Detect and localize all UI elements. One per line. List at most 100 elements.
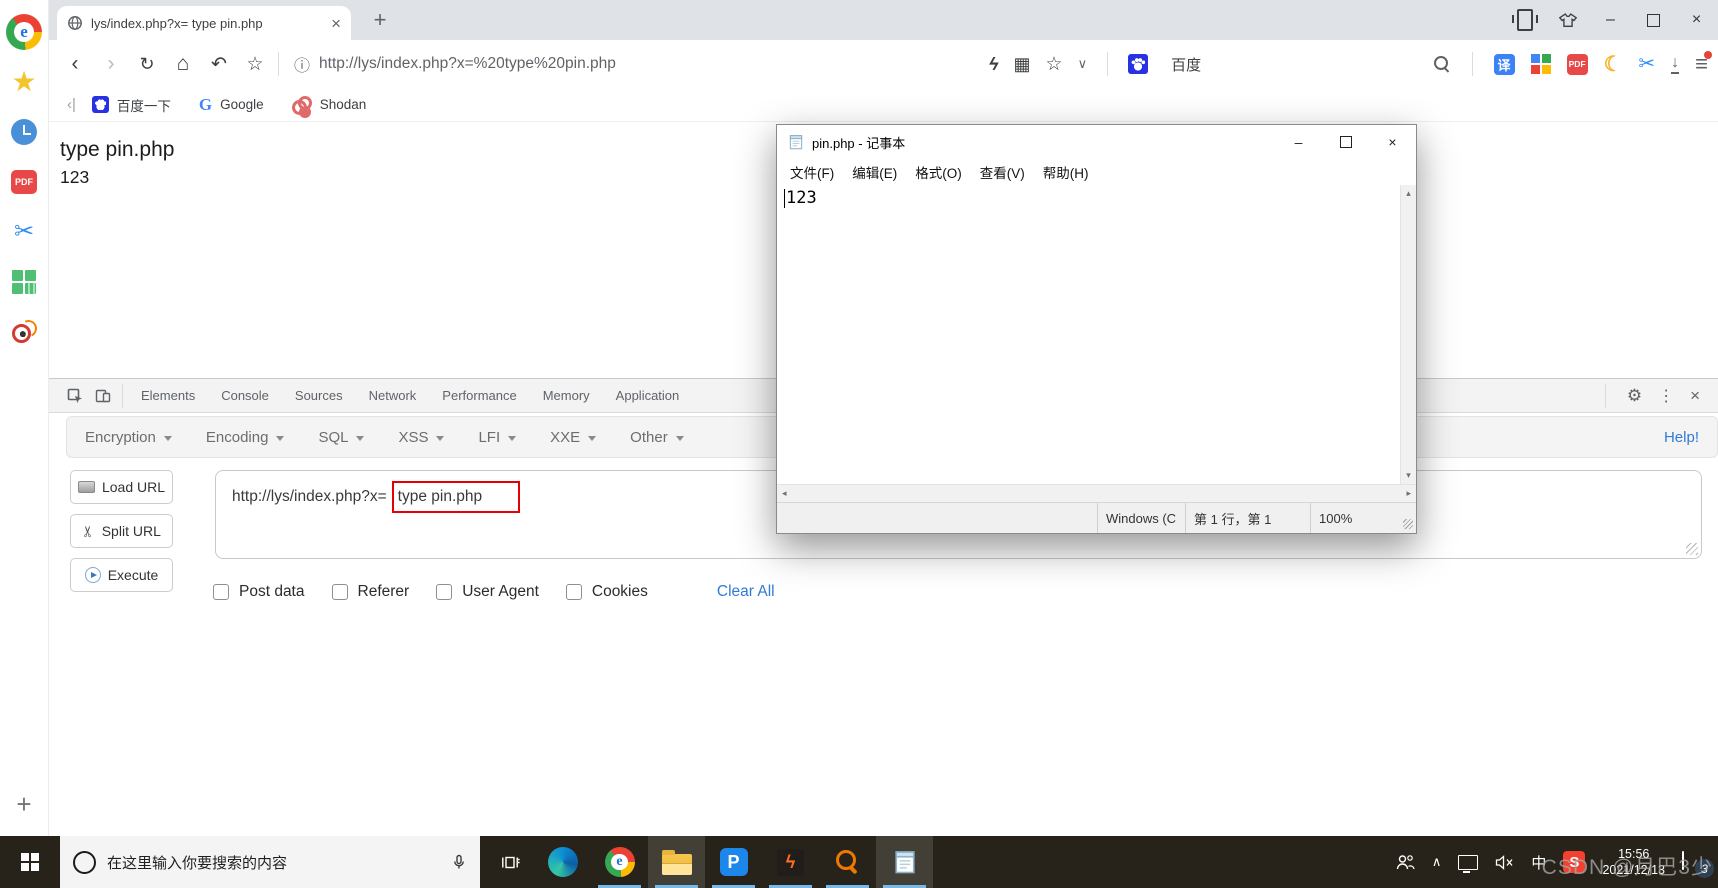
active-tab[interactable]: lys/index.php?x= type pin.php × [57,6,351,40]
menu-format[interactable]: 格式(O) [906,162,971,182]
kebab-menu-icon[interactable]: ⋮ [1658,386,1674,406]
menu-lfi[interactable]: LFI [478,429,517,446]
menu-help[interactable]: 帮助(H) [1034,162,1098,182]
taskbar-phpstudy-button[interactable]: P [705,836,762,888]
inspect-element-button[interactable] [61,388,89,404]
bookmark-shodan[interactable]: Shodan [291,95,366,115]
menu-view[interactable]: 查看(V) [971,162,1034,182]
device-toolbar-button[interactable] [89,388,117,404]
referer-checkbox[interactable] [331,584,348,600]
theme-button[interactable] [1546,12,1589,28]
bookmarks-toggle-icon[interactable]: ‹| [67,96,76,113]
scroll-up-icon[interactable]: ▴ [1406,188,1411,199]
downloads-icon[interactable]: ↓ [1671,54,1680,74]
menu-xss[interactable]: XSS [398,429,445,446]
menu-file[interactable]: 文件(F) [781,162,843,182]
notepad-close-button[interactable]: × [1369,125,1416,159]
taskbar-browser-button[interactable]: e [591,836,648,888]
gear-icon[interactable]: ⚙ [1627,386,1642,406]
sidebar-history-button[interactable] [4,112,44,152]
sidebar-apps-button[interactable] [4,262,44,302]
pdf-tool-icon[interactable]: PDF [1566,53,1588,75]
display-icon[interactable] [1458,854,1479,873]
favorite-star-icon[interactable]: ☆ [1046,55,1063,74]
taskbar-search-tool-button[interactable] [819,836,876,888]
bookmark-star-icon[interactable]: ☆ [237,53,273,76]
show-hidden-icons-chevron[interactable]: ∧ [1432,854,1442,870]
menu-encryption[interactable]: Encryption [85,429,172,446]
split-url-button[interactable]: ✂ Split URL [70,514,173,548]
scroll-left-icon[interactable]: ◂ [782,488,787,499]
taskbar-file-explorer-button[interactable] [648,836,705,888]
address-bar-url[interactable]: http://lys/index.php?x=%20type%20pin.php [319,55,616,73]
site-info-icon[interactable]: ⓘ [294,52,310,76]
notepad-minimize-button[interactable]: – [1275,125,1322,159]
tab-console[interactable]: Console [208,388,282,403]
search-engine-label[interactable]: 百度 [1171,54,1201,75]
taskbar-edge-button[interactable] [534,836,591,888]
tab-elements[interactable]: Elements [128,388,208,403]
notepad-maximize-button[interactable] [1322,125,1369,159]
restore-button[interactable] [1632,9,1675,27]
qr-code-icon[interactable]: ▦ [1014,55,1031,73]
extensions-grid-icon[interactable] [1530,54,1551,74]
notepad-text-area[interactable]: 123 ▴ ▾ [777,185,1416,484]
night-mode-icon[interactable]: ☾ [1604,54,1623,75]
tab-memory[interactable]: Memory [530,388,603,403]
reload-button[interactable]: ↻ [129,54,165,75]
devtools-close-icon[interactable]: × [1690,387,1700,404]
sidebar-weibo-button[interactable] [4,312,44,352]
notepad-title-bar[interactable]: pin.php - 记事本 – × [777,125,1416,159]
undo-button[interactable]: ↶ [201,53,237,76]
tab-performance[interactable]: Performance [429,388,529,403]
browser-logo[interactable]: e [4,12,44,52]
mobile-view-button[interactable] [1503,9,1546,31]
main-menu-icon[interactable]: ≡ [1695,51,1712,75]
vertical-scrollbar[interactable]: ▴ ▾ [1400,185,1416,484]
close-button[interactable]: × [1675,11,1718,29]
menu-sql[interactable]: SQL [318,429,365,446]
task-view-button[interactable] [486,836,534,888]
resize-grip[interactable] [1398,503,1416,533]
menu-encoding[interactable]: Encoding [206,429,285,446]
baidu-paw-icon[interactable] [1128,54,1149,74]
start-button[interactable] [0,836,60,888]
tab-sources[interactable]: Sources [282,388,356,403]
tab-network[interactable]: Network [356,388,430,403]
search-icon[interactable] [1433,55,1451,73]
screenshot-scissors-icon[interactable]: ✂ [1638,54,1655,74]
new-tab-button[interactable]: + [365,5,395,35]
volume-muted-icon[interactable] [1495,854,1514,870]
tab-application[interactable]: Application [603,388,693,403]
menu-xxe[interactable]: XXE [550,429,597,446]
load-url-button[interactable]: Load URL [70,470,173,504]
sidebar-favorites-button[interactable]: ★ [4,62,44,102]
bookmark-google[interactable]: G Google [199,95,264,115]
taskbar-burp-button[interactable]: ϟ [762,836,819,888]
execute-button[interactable]: Execute [70,558,173,592]
taskbar-search-box[interactable]: 在这里输入你要搜索的内容 [60,836,480,888]
minimize-button[interactable]: – [1589,11,1632,29]
clear-all-link[interactable]: Clear All [717,583,775,601]
tab-close-icon[interactable]: × [331,15,341,32]
flash-icon[interactable]: ϟ [989,55,999,73]
user-agent-checkbox[interactable] [436,584,453,600]
back-button[interactable]: ‹ [57,52,93,76]
bookmark-baidu[interactable]: 百度一下 [91,95,171,115]
cookies-checkbox[interactable] [565,584,582,600]
sidebar-add-button[interactable]: + [16,789,31,820]
help-link[interactable]: Help! [1664,429,1699,446]
chevron-down-icon[interactable]: ∨ [1078,56,1088,72]
horizontal-scrollbar[interactable]: ◂ ▸ [777,484,1416,502]
microphone-icon[interactable] [451,854,467,870]
menu-edit[interactable]: 编辑(E) [843,162,906,182]
taskbar-notepad-button[interactable] [876,836,933,888]
home-button[interactable]: ⌂ [165,52,201,76]
sidebar-pdf-button[interactable]: PDF [4,162,44,202]
scroll-right-icon[interactable]: ▸ [1406,488,1411,499]
sidebar-screenshot-button[interactable]: ✂ [4,212,44,252]
people-icon[interactable] [1395,854,1415,871]
forward-button[interactable]: › [93,52,129,76]
translate-icon[interactable]: 译 [1493,53,1515,75]
scroll-down-icon[interactable]: ▾ [1406,470,1411,481]
